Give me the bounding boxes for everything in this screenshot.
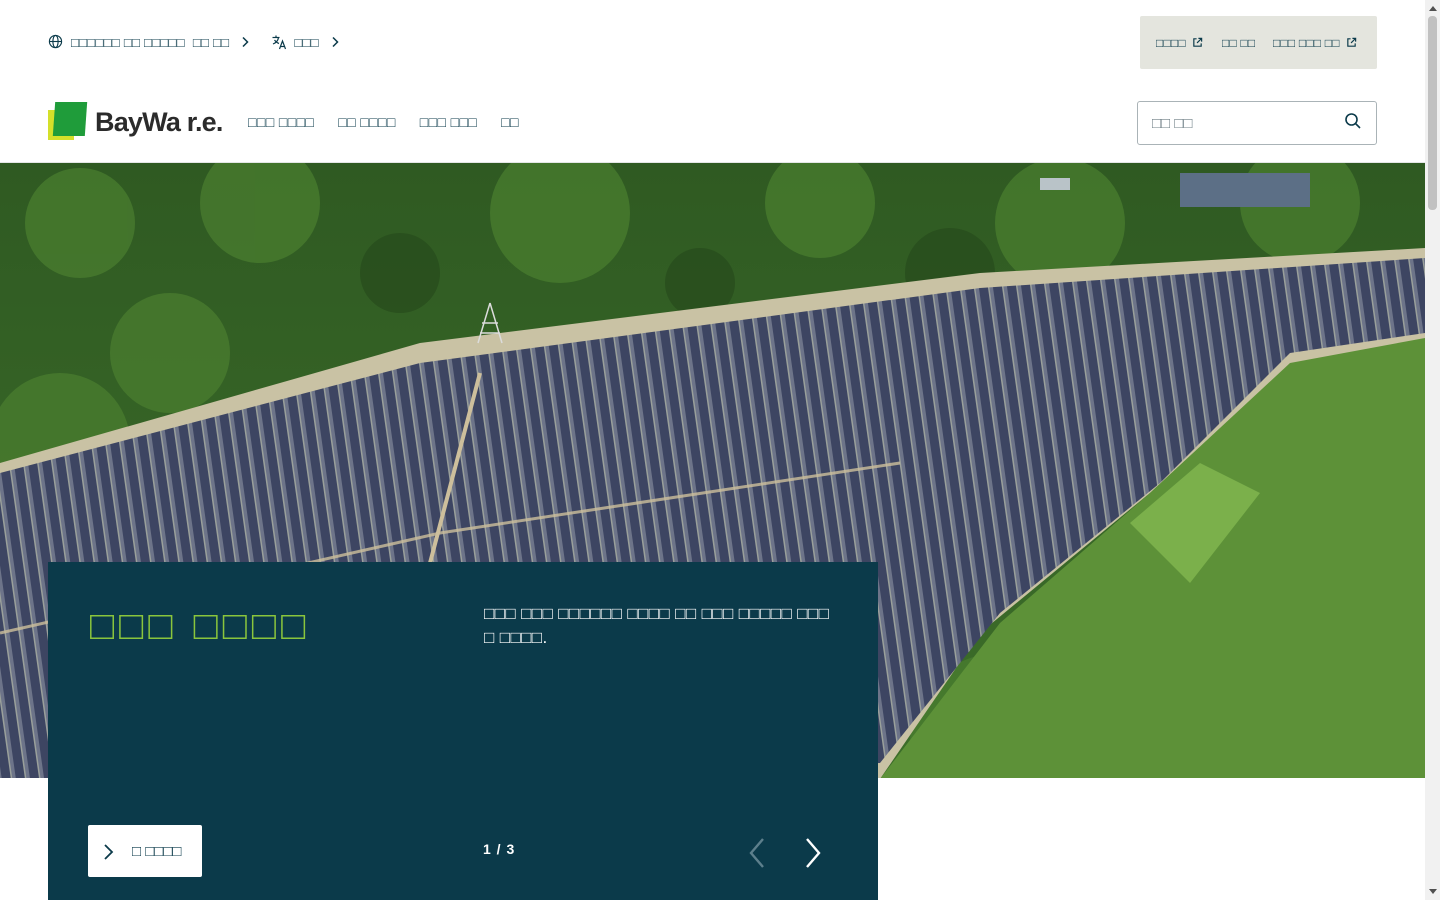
arrow-left-icon[interactable] — [746, 836, 768, 870]
chevron-right-icon — [239, 36, 251, 48]
language-selector[interactable]: □□□ — [271, 34, 340, 50]
search-icon[interactable] — [1344, 112, 1364, 132]
region-label: □□□□□□ □□ □□□□□ — [71, 34, 185, 50]
main-nav: □□□ □□□□ □□ □□□□ □□□ □□□ □□ — [248, 114, 519, 130]
utility-bar: □□□□□□ □□ □□□□□ □□ □□ □□□ — [48, 30, 341, 54]
hero-panel: □□□ □□□□ □□□ □□□ □□□□□□ □□□□ □□ □□□ □□□□… — [48, 562, 878, 900]
arrow-right-icon[interactable] — [802, 836, 824, 870]
search-input[interactable] — [1152, 112, 1332, 134]
scrollbar-thumb[interactable] — [1428, 16, 1437, 210]
external-link-icon — [1192, 37, 1203, 48]
language-label: □□□ — [294, 34, 319, 50]
scroll-up-icon[interactable] — [1429, 6, 1437, 11]
page-scrollbar[interactable] — [1425, 0, 1440, 900]
brand-logo[interactable]: BayWa r.e. — [48, 102, 223, 142]
nav-item-1[interactable]: □□□ □□□□ — [248, 114, 314, 130]
translate-icon — [271, 34, 287, 50]
read-more-label: □ □□□□ — [132, 842, 182, 860]
quick-link-2[interactable]: □□ □□ — [1222, 36, 1273, 50]
logo-mark — [48, 102, 88, 142]
scroll-down-icon[interactable] — [1429, 889, 1437, 894]
logo-text: BayWa r.e. — [95, 106, 223, 137]
nav-item-4[interactable]: □□ — [501, 114, 519, 130]
region-selector[interactable]: □□□□□□ □□ □□□□□ □□ □□ — [48, 34, 251, 50]
external-link-icon — [1346, 37, 1357, 48]
quick-link-1[interactable]: □□□□ — [1156, 36, 1222, 50]
hero-description: □□□ □□□ □□□□□□ □□□□ □□ □□□ □□□□□ □□□ □ □… — [484, 604, 830, 647]
hero-title: □□□ □□□□ — [90, 604, 311, 648]
quick-link-label: □□□ □□□ □□ — [1273, 35, 1340, 50]
chevron-right-icon — [329, 36, 341, 48]
nav-item-2[interactable]: □□ □□□□ — [338, 114, 395, 130]
page: □□□□□□ □□ □□□□□ □□ □□ □□□ □□□□ □□ □□ □□□… — [0, 0, 1425, 900]
quick-link-label: □□ □□ — [1222, 35, 1256, 50]
quick-link-label: □□□□ — [1156, 35, 1186, 50]
nav-item-3[interactable]: □□□ □□□ — [420, 114, 477, 130]
slide-pager: 1 / 3 — [483, 841, 516, 857]
read-more-button[interactable]: □ □□□□ — [88, 825, 202, 877]
quick-link-3[interactable]: □□□ □□□ □□ — [1273, 36, 1357, 50]
region-value: □□ □□ — [192, 34, 230, 50]
quick-links: □□□□ □□ □□ □□□ □□□ □□ — [1140, 16, 1377, 69]
globe-icon — [48, 34, 64, 50]
search-box — [1137, 101, 1377, 145]
chevron-right-icon — [102, 843, 116, 860]
